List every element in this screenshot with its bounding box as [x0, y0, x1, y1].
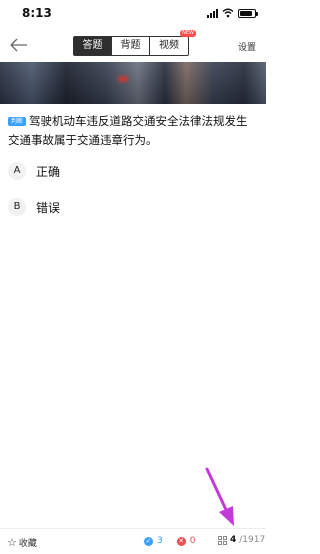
option-letter: A	[8, 162, 26, 180]
tab-video[interactable]: 视频 NEW	[150, 30, 196, 55]
back-arrow-icon[interactable]	[8, 35, 30, 55]
favorite-label: 收藏	[18, 539, 37, 549]
question-body: 驾驶机动车违反道路交通安全法律法规发生交通事故属于交通违章行为。	[8, 114, 248, 147]
mode-tabs: 答题 背题 视频 NEW	[73, 30, 196, 56]
grid-icon	[218, 535, 227, 545]
settings-button[interactable]: 设置	[238, 40, 256, 53]
wrong-count: 0	[189, 536, 196, 546]
check-icon: ✓	[144, 536, 153, 546]
options-list: A 正确 B 错误	[8, 161, 60, 233]
option-text: 错误	[36, 200, 61, 215]
option-letter: B	[8, 198, 26, 216]
question-text: 判断 驾驶机动车违反道路交通安全法律法规发生交通事故属于交通违章行为。	[8, 112, 258, 150]
bottom-bar: ☆ 收藏 ✓ 3 ✕ 0 4/1917	[0, 528, 266, 554]
new-badge: NEW	[180, 30, 196, 37]
status-icons	[207, 8, 258, 18]
status-bar: 8:13	[0, 0, 266, 28]
favorite-button[interactable]: ☆ 收藏	[7, 535, 37, 550]
status-time: 8:13	[22, 6, 52, 20]
wifi-icon	[222, 8, 234, 18]
star-icon: ☆	[7, 535, 17, 549]
option-text: 正确	[36, 164, 61, 179]
cross-icon: ✕	[176, 536, 186, 546]
question-progress-button[interactable]: 4/1917	[218, 535, 265, 545]
signal-icon	[207, 8, 218, 18]
question-type-badge: 判断	[8, 117, 27, 126]
nav-bar: 答题 背题 视频 NEW 设置	[0, 28, 266, 62]
tab-memorize[interactable]: 背题	[112, 37, 150, 55]
battery-icon	[238, 8, 258, 18]
answer-stats: ✓ 3 ✕ 0	[144, 536, 195, 546]
correct-count: 3	[157, 536, 163, 546]
banner-image	[0, 62, 266, 104]
option-b[interactable]: B 错误	[8, 197, 60, 217]
tab-answer[interactable]: 答题	[74, 37, 112, 55]
progress-total: /1917	[239, 535, 266, 545]
progress-current: 4	[230, 535, 237, 545]
option-a[interactable]: A 正确	[8, 161, 60, 181]
